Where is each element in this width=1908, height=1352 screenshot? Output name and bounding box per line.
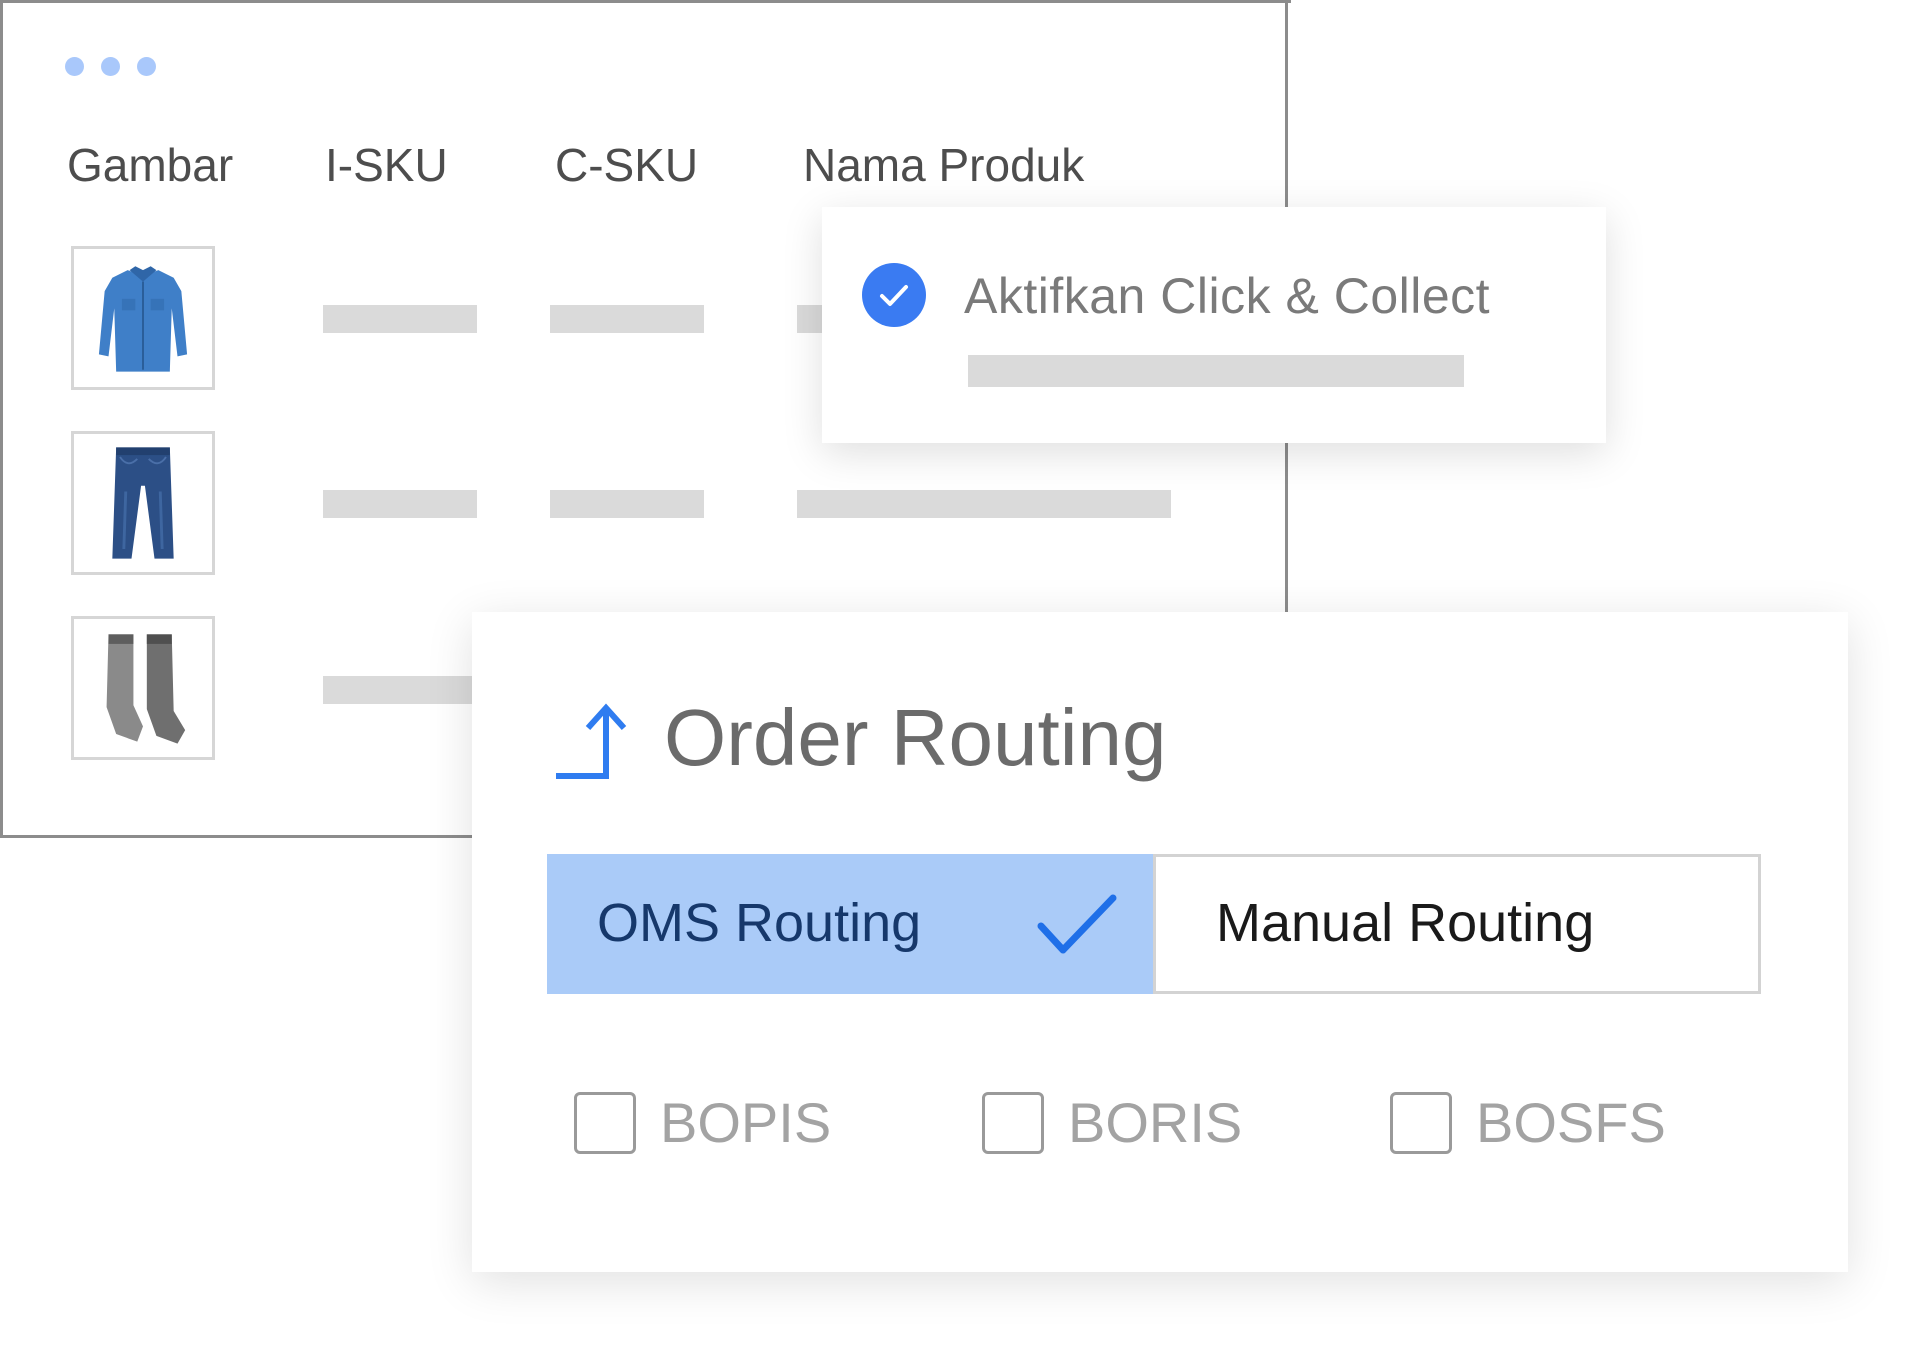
boris-checkbox[interactable] (982, 1091, 1044, 1154)
window-top-border (0, 0, 1291, 3)
check-icon (880, 285, 908, 306)
option-bosfs[interactable]: BOSFS (1390, 1090, 1666, 1155)
tab-oms-routing-label: OMS Routing (597, 893, 922, 953)
i-sku-placeholder (323, 490, 477, 518)
i-sku-placeholder (323, 305, 477, 333)
c-sku-placeholder (550, 490, 704, 518)
tab-manual-routing[interactable]: Manual Routing (1153, 854, 1761, 994)
tab-manual-routing-label: Manual Routing (1216, 893, 1595, 953)
order-routing-card: Order Routing OMS Routing Manual Routing… (472, 612, 1848, 1272)
bopis-checkbox[interactable] (574, 1091, 636, 1154)
option-bopis[interactable]: BOPIS (574, 1090, 831, 1155)
product-thumbnail[interactable] (71, 246, 215, 390)
c-sku-placeholder (550, 305, 704, 333)
click-collect-card: Aktifkan Click & Collect (822, 207, 1606, 443)
window-dot-icon[interactable] (101, 57, 120, 76)
click-collect-checkbox[interactable] (862, 263, 926, 327)
column-header-nama-produk: Nama Produk (803, 139, 1085, 191)
column-header-gambar: Gambar (67, 139, 234, 191)
i-sku-placeholder (323, 676, 477, 704)
product-thumbnail[interactable] (71, 616, 215, 760)
window-dot-icon[interactable] (137, 57, 156, 76)
bosfs-label: BOSFS (1476, 1091, 1666, 1154)
product-thumbnail[interactable] (71, 431, 215, 575)
column-header-i-sku: I-SKU (325, 139, 448, 191)
checkmark-icon (1037, 894, 1117, 954)
option-boris[interactable]: BORIS (982, 1090, 1242, 1155)
socks-icon (106, 634, 186, 744)
bopis-label: BOPIS (660, 1091, 832, 1154)
click-collect-label: Aktifkan Click & Collect (964, 268, 1491, 324)
blue-shirt-icon (98, 266, 188, 372)
click-collect-placeholder (968, 355, 1464, 387)
product-name-placeholder (797, 490, 1171, 518)
boris-label: BORIS (1068, 1091, 1243, 1154)
routing-arrow-icon (556, 703, 627, 779)
bosfs-checkbox[interactable] (1390, 1091, 1452, 1154)
column-header-c-sku: C-SKU (555, 139, 699, 191)
jeans-icon (112, 447, 174, 559)
window-controls (65, 57, 156, 76)
window-dot-icon[interactable] (65, 57, 84, 76)
order-routing-title: Order Routing (664, 693, 1167, 782)
tab-oms-routing[interactable]: OMS Routing (547, 854, 1153, 994)
